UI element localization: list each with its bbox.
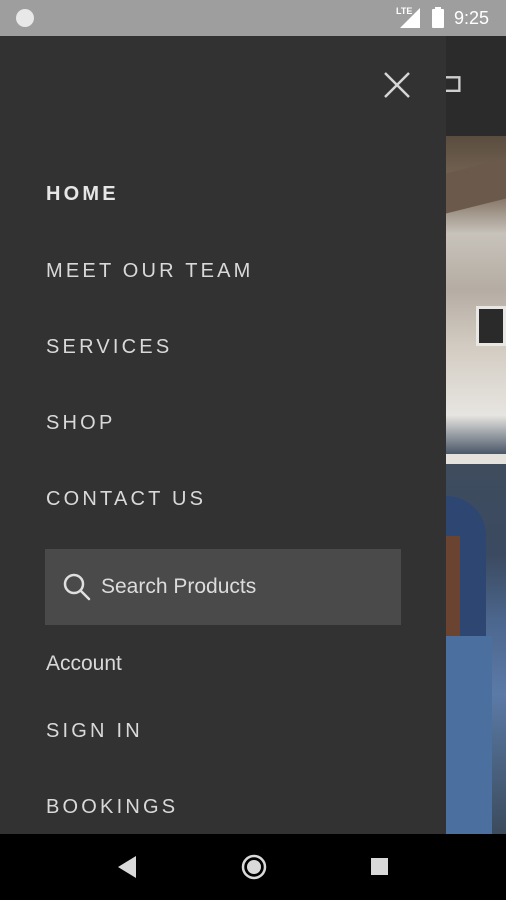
search-products-box[interactable] xyxy=(45,549,401,625)
status-bar: LTE 9:25 xyxy=(0,0,506,36)
clock: 9:25 xyxy=(454,8,490,28)
nav-item-contact-us[interactable]: CONTACT US xyxy=(46,488,206,511)
close-icon xyxy=(384,72,410,98)
navigation-drawer: HOME MEET OUR TEAM SERVICES SHOP CONTACT… xyxy=(0,36,446,834)
home-icon[interactable] xyxy=(241,854,267,880)
battery-icon xyxy=(432,7,444,28)
nav-item-sign-in[interactable]: SIGN IN xyxy=(46,720,143,743)
nav-item-home[interactable]: HOME xyxy=(46,183,119,206)
system-navigation-bar xyxy=(0,834,506,900)
nav-item-shop[interactable]: SHOP xyxy=(46,412,115,435)
search-input[interactable] xyxy=(101,567,391,607)
nav-item-meet-our-team[interactable]: MEET OUR TEAM xyxy=(46,260,254,283)
nav-item-services[interactable]: SERVICES xyxy=(46,336,172,359)
nav-item-bookings[interactable]: BOOKINGS xyxy=(46,796,178,819)
signal-icon xyxy=(400,8,420,28)
search-icon xyxy=(63,573,91,601)
hero-photo xyxy=(446,136,506,834)
back-icon[interactable] xyxy=(118,856,136,878)
close-button[interactable] xyxy=(378,66,416,104)
notification-dot-icon xyxy=(16,9,34,27)
account-link[interactable]: Account xyxy=(46,652,122,676)
recents-icon[interactable] xyxy=(371,858,388,875)
